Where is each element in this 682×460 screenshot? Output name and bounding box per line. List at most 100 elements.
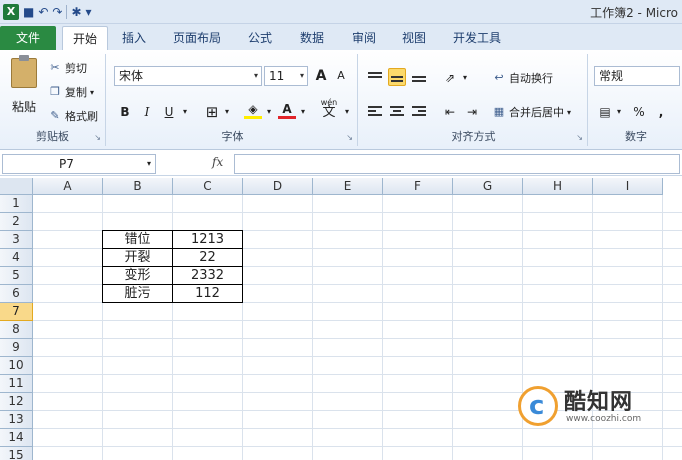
row-header-15[interactable]: 15 (0, 447, 33, 460)
title-bar: X ■ ↶ ↷ ✱ ▾ 工作簿2 - Micro (0, 0, 682, 24)
table-value-cell[interactable]: 1213 (172, 230, 243, 249)
table-label-cell[interactable]: 错位 (102, 230, 173, 249)
align-left-icon[interactable] (366, 102, 384, 120)
shrink-font-button[interactable]: A (332, 66, 350, 86)
grow-font-button[interactable]: A (312, 66, 330, 86)
column-header-d[interactable]: D (243, 178, 313, 195)
chevron-down-icon[interactable]: ▾ (180, 102, 190, 122)
chevron-down-icon[interactable]: ▾ (342, 102, 352, 122)
insert-function-button[interactable]: fx (212, 155, 223, 169)
phonetic-icon: 文 (322, 105, 336, 120)
column-header-g[interactable]: G (453, 178, 523, 195)
dialog-launcher-icon[interactable]: ↘ (346, 133, 353, 142)
customize-qat-icon[interactable]: ▾ (86, 3, 92, 21)
chevron-down-icon[interactable]: ▾ (264, 102, 274, 122)
undo-icon[interactable]: ↶ (38, 3, 48, 21)
chevron-down-icon[interactable]: ▾ (460, 68, 470, 88)
font-size-select[interactable]: 11 ▾ (264, 66, 308, 86)
row-header-7[interactable]: 7 (0, 303, 33, 321)
font-name-select[interactable]: 宋体 ▾ (114, 66, 262, 86)
underline-button[interactable]: U (160, 102, 178, 122)
font-color-button[interactable]: A (278, 102, 296, 119)
bold-button[interactable]: B (116, 102, 134, 122)
align-top-icon[interactable] (366, 68, 384, 86)
tab-file[interactable]: 文件 (0, 26, 56, 50)
column-header-b[interactable]: B (103, 178, 173, 195)
row-header-10[interactable]: 10 (0, 357, 33, 375)
column-header-f[interactable]: F (383, 178, 453, 195)
grid-column-line (312, 195, 313, 460)
percent-button[interactable]: % (630, 102, 648, 122)
dialog-launcher-icon[interactable]: ↘ (576, 133, 583, 142)
fill-color-icon[interactable]: ◈ (244, 102, 262, 119)
cut-button[interactable]: ✂ 剪切 (48, 60, 87, 76)
formula-bar: P7 ▾ fx (0, 152, 682, 176)
column-header-e[interactable]: E (313, 178, 383, 195)
row-header-3[interactable]: 3 (0, 231, 33, 249)
increase-indent-icon[interactable]: ⇥ (462, 102, 482, 122)
chevron-down-icon[interactable]: ▾ (298, 102, 308, 122)
phonetic-guide-button[interactable]: wén 文 (318, 98, 340, 122)
row-header-4[interactable]: 4 (0, 249, 33, 267)
format-painter-button[interactable]: ✎ 格式刷 (48, 108, 98, 124)
coozhi-logo-icon (518, 386, 558, 426)
currency-icon[interactable]: ▤ (596, 102, 614, 122)
chevron-down-icon[interactable]: ▾ (222, 102, 232, 122)
select-all-corner[interactable] (0, 178, 33, 195)
align-middle-icon[interactable] (388, 68, 406, 86)
row-header-12[interactable]: 12 (0, 393, 33, 411)
align-right-icon[interactable] (410, 102, 428, 120)
table-label-cell[interactable]: 开裂 (102, 248, 173, 267)
merge-center-button[interactable]: ▦ 合并后居中 ▾ (492, 104, 571, 120)
clipboard-group-label: 剪贴板 (36, 130, 69, 143)
align-center-icon[interactable] (388, 102, 406, 120)
copy-button[interactable]: ❐ 复制 ▾ (48, 84, 94, 100)
row-header-14[interactable]: 14 (0, 429, 33, 447)
row-header-9[interactable]: 9 (0, 339, 33, 357)
row-header-8[interactable]: 8 (0, 321, 33, 339)
row-header-6[interactable]: 6 (0, 285, 33, 303)
chevron-down-icon[interactable]: ▾ (614, 102, 624, 122)
table-label-cell[interactable]: 变形 (102, 266, 173, 285)
table-label-cell[interactable]: 脏污 (102, 284, 173, 303)
column-header-c[interactable]: C (173, 178, 243, 195)
tools-icon[interactable]: ✱ (71, 3, 81, 21)
tab-developer[interactable]: 开发工具 (444, 26, 510, 50)
borders-icon[interactable]: ⊞ (202, 102, 222, 122)
tab-review[interactable]: 审阅 (342, 26, 386, 50)
tab-page-layout[interactable]: 页面布局 (164, 26, 230, 50)
tab-home[interactable]: 开始 (62, 26, 108, 50)
column-header-i[interactable]: I (593, 178, 663, 195)
comma-button[interactable]: , (652, 102, 670, 122)
italic-button[interactable]: I (138, 102, 156, 122)
row-header-11[interactable]: 11 (0, 375, 33, 393)
paste-button[interactable]: 粘贴 (6, 55, 42, 126)
tab-insert[interactable]: 插入 (112, 26, 156, 50)
grid-row-line (33, 212, 682, 213)
redo-icon[interactable]: ↷ (52, 3, 62, 21)
table-value-cell[interactable]: 112 (172, 284, 243, 303)
wrap-text-button[interactable]: ↩ 自动换行 (492, 70, 553, 86)
grid-column-line (382, 195, 383, 460)
tab-data[interactable]: 数据 (290, 26, 334, 50)
tab-formulas[interactable]: 公式 (238, 26, 282, 50)
row-header-5[interactable]: 5 (0, 267, 33, 285)
column-header-h[interactable]: H (523, 178, 593, 195)
formula-input[interactable] (234, 154, 680, 174)
dialog-launcher-icon[interactable]: ↘ (94, 133, 101, 142)
row-header-2[interactable]: 2 (0, 213, 33, 231)
table-value-cell[interactable]: 2332 (172, 266, 243, 285)
name-box[interactable]: P7 ▾ (2, 154, 156, 174)
number-format-select[interactable]: 常规 (594, 66, 680, 86)
align-bottom-icon[interactable] (410, 68, 428, 86)
number-group: 常规 ▤ ▾ % , 数字 (590, 54, 682, 146)
tab-view[interactable]: 视图 (392, 26, 436, 50)
decrease-indent-icon[interactable]: ⇤ (440, 102, 460, 122)
orientation-icon[interactable]: ⇗ (440, 68, 460, 88)
save-icon[interactable]: ■ (23, 3, 34, 21)
grid-row-line (33, 374, 682, 375)
row-header-13[interactable]: 13 (0, 411, 33, 429)
row-header-1[interactable]: 1 (0, 195, 33, 213)
table-value-cell[interactable]: 22 (172, 248, 243, 267)
column-header-a[interactable]: A (33, 178, 103, 195)
